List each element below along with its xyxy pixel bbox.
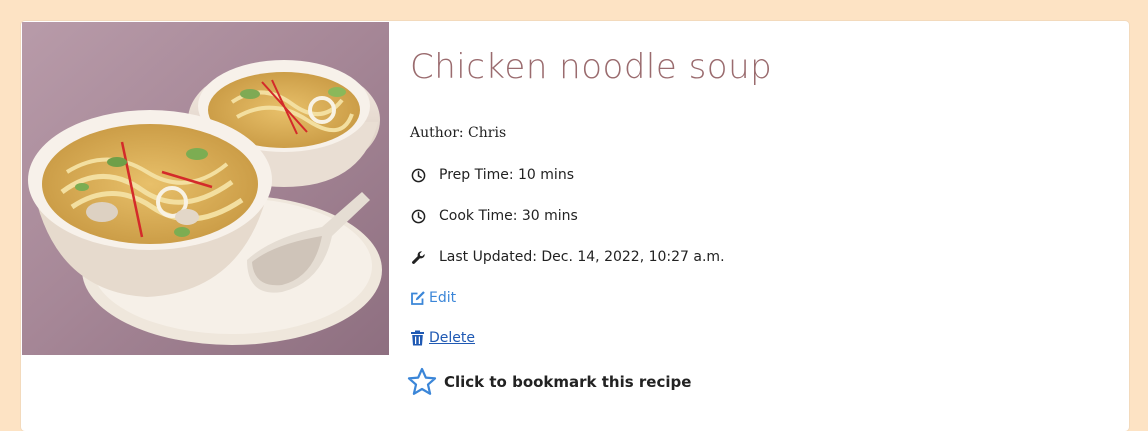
delete-label: Delete (429, 330, 475, 346)
clock-icon (410, 167, 426, 183)
cook-time-text: Cook Time: 30 mins (439, 208, 578, 224)
bookmark-label: Click to bookmark this recipe (444, 373, 692, 391)
recipe-card: Chicken noodle soup Author: Chris Prep T… (21, 21, 1129, 431)
bookmark-button[interactable]: Click to bookmark this recipe (406, 366, 691, 398)
delete-link[interactable]: Delete (410, 330, 475, 346)
edit-icon (410, 290, 426, 306)
cook-time-row: Cook Time: 30 mins (410, 208, 578, 224)
star-outline-icon (407, 367, 437, 395)
edit-link[interactable]: Edit (410, 290, 456, 306)
recipe-photo (22, 22, 389, 355)
trash-icon (410, 330, 426, 346)
recipe-author: Author: Chris (410, 125, 507, 141)
last-updated-text: Last Updated: Dec. 14, 2022, 10:27 a.m. (439, 249, 725, 265)
edit-label: Edit (429, 290, 457, 306)
wrench-icon (410, 249, 426, 265)
recipe-title: Chicken noodle soup (410, 47, 773, 87)
last-updated-row: Last Updated: Dec. 14, 2022, 10:27 a.m. (410, 249, 725, 265)
clock-icon (410, 208, 426, 224)
prep-time-text: Prep Time: 10 mins (439, 167, 574, 183)
recipe-info: Chicken noodle soup Author: Chris Prep T… (407, 21, 1129, 431)
prep-time-row: Prep Time: 10 mins (410, 167, 574, 183)
